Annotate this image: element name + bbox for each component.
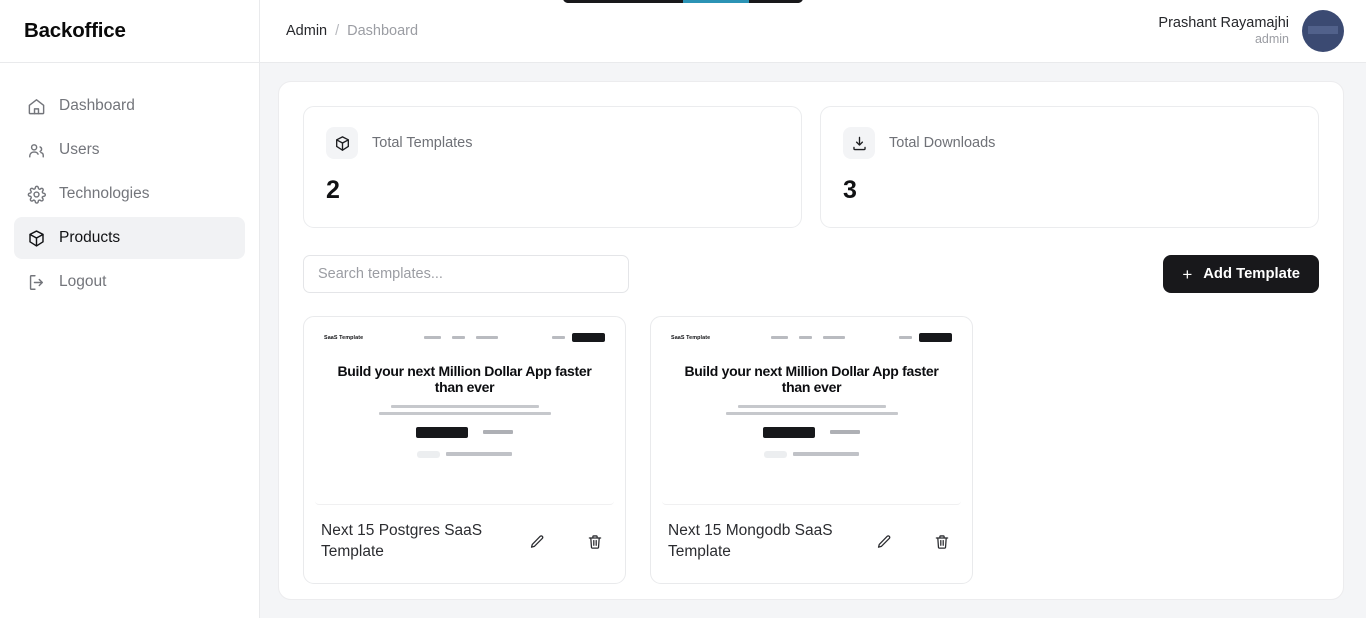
topbar: Admin / Dashboard Prashant Rayamajhi adm… [260, 0, 1366, 63]
template-grid: SaaS Template Build your next Million Do… [303, 316, 1319, 584]
preview-nav: SaaS Template [315, 328, 614, 347]
preview-hero: Build your next Million Dollar App faste… [315, 364, 614, 458]
breadcrumb-root[interactable]: Admin [286, 23, 327, 39]
toast-notification-sliver [563, 0, 803, 3]
main-area: Admin / Dashboard Prashant Rayamajhi adm… [260, 0, 1366, 618]
plus-icon: + [1182, 266, 1192, 283]
breadcrumb-current: Dashboard [347, 23, 418, 39]
user-text: Prashant Rayamajhi admin [1158, 14, 1289, 48]
stat-label: Total Downloads [889, 135, 995, 151]
sidebar-item-label: Technologies [59, 185, 149, 203]
preview-headline: Build your next Million Dollar App faste… [329, 364, 600, 395]
sidebar-item-products[interactable]: Products [14, 217, 245, 259]
preview-cta-row [676, 427, 947, 438]
sidebar-item-label: Dashboard [59, 97, 135, 115]
template-card-footer: Next 15 Mongodb SaaS Template [651, 505, 972, 583]
sidebar-item-label: Users [59, 141, 99, 159]
sidebar-nav: Dashboard Users Technologies [0, 63, 259, 303]
avatar[interactable] [1302, 10, 1344, 52]
template-thumbnail: SaaS Template Build your next Million Do… [662, 328, 961, 505]
toast-segment-left [563, 0, 683, 3]
template-card[interactable]: SaaS Template Build your next Million Do… [650, 316, 973, 584]
logout-icon [26, 272, 46, 292]
preview-nav-links [771, 336, 845, 339]
home-icon [26, 96, 46, 116]
download-icon [843, 127, 875, 159]
user-role: admin [1255, 32, 1289, 48]
preview-subtext [329, 405, 600, 415]
template-card[interactable]: SaaS Template Build your next Million Do… [303, 316, 626, 584]
stat-label: Total Templates [372, 135, 472, 151]
sidebar-item-label: Logout [59, 273, 106, 291]
template-title: Next 15 Postgres SaaS Template [321, 521, 514, 563]
trash-icon[interactable] [582, 529, 608, 555]
brand: Backoffice [0, 0, 259, 63]
breadcrumb-separator: / [335, 23, 339, 39]
add-template-button[interactable]: + Add Template [1163, 255, 1319, 293]
preview-nav-actions [899, 333, 952, 342]
sidebar-item-technologies[interactable]: Technologies [14, 173, 245, 215]
preview-trust-row [329, 451, 600, 458]
preview-headline: Build your next Million Dollar App faste… [676, 364, 947, 395]
stats-row: Total Templates 2 Total Downloads [303, 106, 1319, 228]
brand-title: Backoffice [24, 19, 126, 43]
app-root: Backoffice Dashboard Users [0, 0, 1366, 618]
edit-icon[interactable] [871, 529, 897, 555]
avatar-band [1308, 26, 1338, 34]
stat-head: Total Templates [326, 127, 779, 159]
edit-icon[interactable] [524, 529, 550, 555]
preview-logo: SaaS Template [671, 335, 710, 341]
stat-value: 2 [326, 176, 779, 205]
preview-nav-links [424, 336, 498, 339]
sidebar: Backoffice Dashboard Users [0, 0, 260, 618]
box-icon [326, 127, 358, 159]
preview-subtext [676, 405, 947, 415]
preview-cta-row [329, 427, 600, 438]
preview-hero: Build your next Million Dollar App faste… [662, 364, 961, 458]
preview-trust-row [676, 451, 947, 458]
search-input[interactable] [303, 255, 629, 293]
content-area: Total Templates 2 Total Downloads [260, 63, 1366, 618]
toolbar: + Add Template [303, 255, 1319, 293]
stat-card-total-templates: Total Templates 2 [303, 106, 802, 228]
products-panel: Total Templates 2 Total Downloads [278, 81, 1344, 600]
preview-nav-actions [552, 333, 605, 342]
user-name: Prashant Rayamajhi [1158, 14, 1289, 32]
toast-segment-right [749, 0, 803, 3]
stat-card-total-downloads: Total Downloads 3 [820, 106, 1319, 228]
box-icon [26, 228, 46, 248]
template-thumbnail: SaaS Template Build your next Million Do… [315, 328, 614, 505]
breadcrumb: Admin / Dashboard [286, 23, 418, 39]
sidebar-item-dashboard[interactable]: Dashboard [14, 85, 245, 127]
preview-logo: SaaS Template [324, 335, 363, 341]
template-card-footer: Next 15 Postgres SaaS Template [304, 505, 625, 583]
preview-nav: SaaS Template [662, 328, 961, 347]
toast-progress-accent [683, 0, 749, 3]
trash-icon[interactable] [929, 529, 955, 555]
stat-head: Total Downloads [843, 127, 1296, 159]
stat-value: 3 [843, 176, 1296, 205]
sidebar-item-users[interactable]: Users [14, 129, 245, 171]
users-icon [26, 140, 46, 160]
gear-icon [26, 184, 46, 204]
sidebar-item-label: Products [59, 229, 120, 247]
sidebar-item-logout[interactable]: Logout [14, 261, 245, 303]
add-template-label: Add Template [1203, 266, 1300, 282]
user-menu[interactable]: Prashant Rayamajhi admin [1158, 10, 1344, 52]
template-title: Next 15 Mongodb SaaS Template [668, 521, 861, 563]
